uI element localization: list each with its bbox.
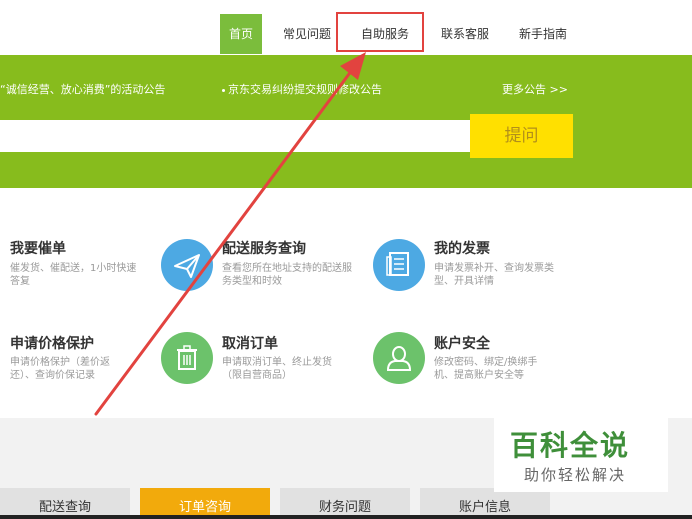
service-desc-account-security: 修改密码、绑定/换绑手机、提高账户安全等: [434, 357, 538, 381]
service-desc-delivery-query: 查看您所在地址支持的配送服务类型和时效: [222, 263, 352, 287]
invoice-icon-circle[interactable]: [373, 239, 425, 291]
invoice-icon: [386, 252, 409, 276]
service-title-cancel-order[interactable]: 取消订单: [222, 333, 278, 353]
ask-button[interactable]: 提问: [470, 114, 573, 158]
service-title-delivery-query[interactable]: 配送服务查询: [222, 238, 306, 258]
service-desc-urge-order: 催发货、催配送，1小时快速答复: [10, 263, 137, 287]
announcement-link-2[interactable]: 京东交易纠纷提交规则修改公告: [222, 81, 382, 97]
user-icon: [386, 346, 412, 371]
more-announcements-link[interactable]: 更多公告 >>: [502, 81, 568, 97]
watermark-logo: 百科全说 助你轻松解决: [494, 418, 668, 492]
watermark-subtitle: 助你轻松解决: [524, 466, 627, 484]
account-security-icon-circle[interactable]: [373, 332, 425, 384]
bottom-edge-line: [0, 515, 692, 519]
trash-icon: [177, 345, 197, 370]
service-desc-my-invoice: 申请发票补开、查询发票类型、开具详情: [434, 263, 554, 287]
service-title-account-security[interactable]: 账户安全: [434, 333, 490, 353]
service-desc-price-protection: 申请价格保护（差价返还）、查询价保记录: [10, 357, 110, 381]
nav-item-beginner-guide[interactable]: 新手指南: [510, 14, 576, 54]
cancel-order-icon-circle[interactable]: [161, 332, 213, 384]
nav-item-home[interactable]: 首页: [220, 14, 262, 54]
watermark-title: 百科全说: [510, 429, 631, 462]
service-title-urge-order[interactable]: 我要催单: [10, 238, 66, 258]
announcement-link-1[interactable]: “诚信经营、放心消费”的活动公告: [0, 81, 165, 97]
self-service-highlight-box: [336, 12, 424, 52]
bullet-icon: [222, 88, 225, 92]
nav-item-faq[interactable]: 常见问题: [276, 14, 338, 54]
service-desc-cancel-order: 申请取消订单、终止发货（限自营商品）: [222, 357, 332, 381]
delivery-service-icon-circle[interactable]: [161, 239, 213, 291]
announcement-link-2-text[interactable]: 京东交易纠纷提交规则修改公告: [228, 83, 382, 96]
nav-item-contact-support[interactable]: 联系客服: [432, 14, 498, 54]
top-navigation: 首页 常见问题 自助服务 联系客服 新手指南: [0, 0, 692, 55]
paper-plane-icon: [174, 254, 200, 278]
service-title-my-invoice[interactable]: 我的发票: [434, 238, 490, 258]
service-title-price-protection[interactable]: 申请价格保护: [10, 333, 94, 353]
question-search-input[interactable]: [0, 120, 470, 152]
